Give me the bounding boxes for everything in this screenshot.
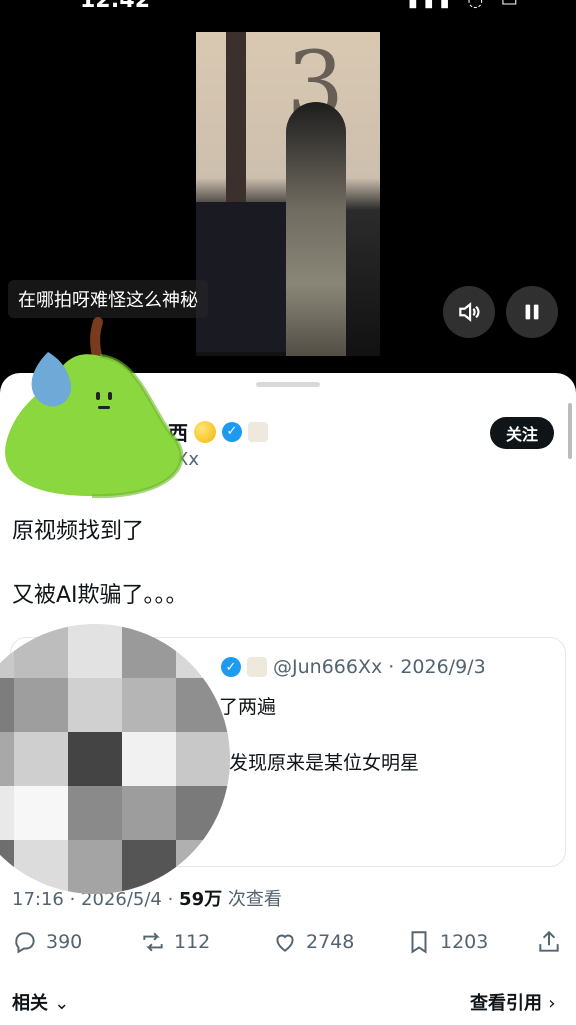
share-icon [539,930,559,952]
follow-button[interactable]: 关注 [490,417,554,449]
heart-icon [276,934,294,952]
verified-badge-icon: ✓ [221,657,241,677]
post-text-line: 又被AI欺骗了。。。 [12,583,188,608]
action-bar: 390 112 2748 1203 [0,929,576,961]
quoted-post-header: ✓ @Jun666Xx · 2026/9/3 [221,656,486,678]
hand-emoji-icon [247,657,267,677]
related-label: 相关 [12,993,48,1014]
video-frame: 3 [196,32,380,356]
reply-icon [15,932,35,954]
hand-emoji-icon [248,421,268,442]
video-table [196,202,292,352]
pause-button[interactable] [506,286,558,338]
quoted-text-line: 了两遍 [219,696,277,718]
repost-button[interactable]: 112 [140,929,210,955]
video-figure [286,102,346,356]
scrollbar[interactable] [568,403,572,459]
view-quotes-label: 查看引用 [470,993,542,1014]
view-quotes-link[interactable]: 查看引用 › [470,989,555,1015]
speaker-icon [459,302,480,322]
related-toggle[interactable]: 相关 ⌄ [12,989,69,1015]
like-count: 2748 [306,931,355,953]
chevron-right-icon: › [548,993,556,1014]
post-meta: 17:16 · 2026/5/4 · 59万 次查看 [12,885,282,911]
quoted-text-line: 发现原来是某位女明星 [229,752,420,774]
coin-icon [194,420,216,443]
status-time: 12:42 [80,0,151,13]
pear-sticker [5,317,184,499]
verified-badge-icon: ✓ [222,421,242,442]
pause-icon [525,304,539,320]
quoted-handle-date: @Jun666Xx · 2026/9/3 [273,656,486,678]
repost-count: 112 [174,931,211,953]
video-pillar [226,32,246,212]
reply-count: 390 [46,931,83,953]
post-text-line: 原视频找到了 [12,519,145,544]
status-icons: ▮▮▮ ◌ ▭ [408,0,524,11]
share-button[interactable] [536,929,562,955]
repost-icon [143,932,163,952]
view-suffix: 次查看 [222,889,282,910]
chevron-down-icon: ⌄ [54,993,70,1014]
bookmark-button[interactable]: 1203 [406,929,488,955]
like-button[interactable]: 2748 [272,929,354,955]
bookmark-icon [411,931,427,954]
sheet-drag-handle[interactable] [256,382,320,387]
bookmark-count: 1203 [440,931,489,953]
reply-button[interactable]: 390 [12,929,82,955]
view-count: 59万 [179,889,223,910]
mute-button[interactable] [443,286,495,338]
